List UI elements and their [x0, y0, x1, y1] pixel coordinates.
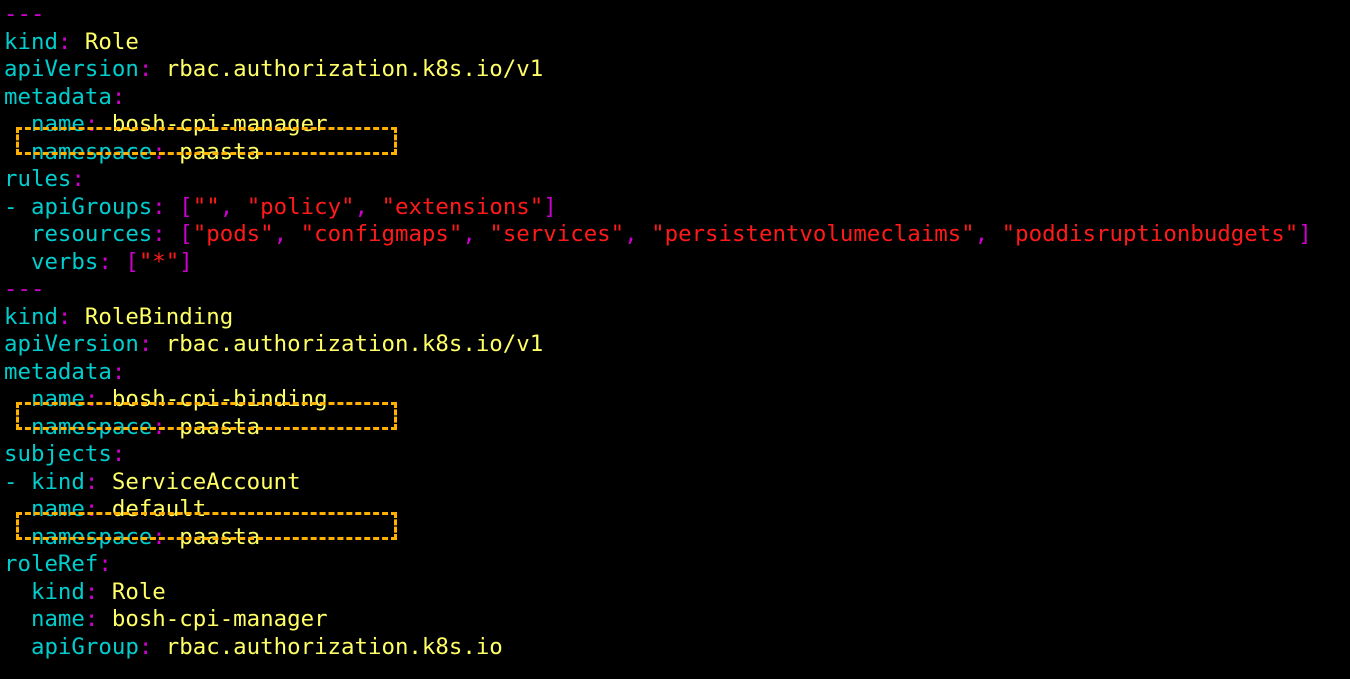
open-bracket: [ [179, 221, 193, 247]
document-separator: --- [4, 276, 45, 302]
code-line: subjects: [4, 441, 1350, 469]
namespace-highlight-box [16, 401, 397, 430]
code-line: kind: Role [4, 29, 1350, 57]
yaml-key: verbs [30, 248, 99, 275]
yaml-value: RoleBinding [84, 303, 234, 330]
string-item: "poddisruptionbudgets" [1001, 221, 1299, 247]
yaml-key: metadata [4, 358, 112, 385]
yaml-key: roleRef [4, 551, 99, 577]
string-item: "services" [489, 221, 625, 247]
colon: : [138, 633, 153, 660]
code-line: apiVersion: rbac.authorization.k8s.io/v1 [4, 331, 1350, 359]
code-line: apiVersion: rbac.authorization.k8s.io/v1 [4, 56, 1350, 84]
code-line: - kind: ServiceAccount [4, 469, 1350, 497]
open-bracket: [ [179, 193, 193, 220]
yaml-key: apiGroup [30, 633, 139, 660]
comma: , [462, 221, 490, 247]
yaml-key: kind [4, 303, 58, 330]
string-item: "policy" [246, 193, 355, 220]
yaml-editor[interactable]: --- kind: Role apiVersion: rbac.authorizat… [4, 1, 1350, 661]
yaml-key: metadata [4, 83, 112, 110]
colon: : [71, 166, 85, 192]
colon: : [57, 28, 72, 55]
code-line: apiGroup: rbac.authorization.k8s.io [4, 634, 1350, 662]
yaml-value: rbac.authorization.k8s.io/v1 [165, 331, 544, 357]
yaml-key: kind [4, 28, 58, 55]
colon: : [84, 468, 99, 495]
yaml-key: apiGroups [30, 193, 153, 220]
string-item: "" [192, 193, 220, 220]
string-item: "persistentvolumeclaims" [651, 221, 975, 247]
code-line: rules: [4, 166, 1350, 194]
comma: , [354, 193, 382, 220]
code-line: - apiGroups: ["", "policy", "extensions"… [4, 194, 1350, 222]
namespace-highlight-box [16, 126, 397, 155]
list-dash: - [4, 468, 31, 495]
yaml-key: subjects [4, 441, 112, 467]
string-item: "*" [138, 248, 180, 275]
open-bracket: [ [125, 248, 139, 275]
colon: : [111, 83, 126, 110]
colon: : [84, 606, 99, 632]
code-line: resources: ["pods", "configmaps", "servi… [4, 221, 1350, 249]
comma: , [219, 193, 247, 220]
code-line: verbs: ["*"] [4, 249, 1350, 277]
list-dash: - [4, 193, 31, 220]
yaml-value: Role [111, 578, 166, 605]
comma: , [624, 221, 652, 247]
code-line: name: bosh-cpi-manager [4, 606, 1350, 634]
namespace-highlight-box [16, 511, 397, 540]
string-item: "configmaps" [300, 221, 463, 247]
yaml-key: resources [30, 221, 153, 247]
close-bracket: ] [543, 193, 557, 220]
code-line: --- [4, 1, 1350, 29]
code-line: roleRef: [4, 551, 1350, 579]
yaml-key: apiVersion [4, 56, 139, 82]
close-bracket: ] [1298, 221, 1312, 247]
yaml-value: rbac.authorization.k8s.io [165, 633, 503, 660]
comma: , [273, 221, 301, 247]
yaml-key: name [30, 606, 85, 632]
yaml-value: ServiceAccount [111, 468, 301, 495]
colon: : [98, 248, 112, 275]
colon: : [138, 56, 153, 82]
colon: : [152, 193, 166, 220]
string-item: "extensions" [381, 193, 544, 220]
code-line: kind: RoleBinding [4, 304, 1350, 332]
colon: : [152, 221, 166, 247]
code-line: kind: Role [4, 579, 1350, 607]
code-line: metadata: [4, 359, 1350, 387]
yaml-value: rbac.authorization.k8s.io/v1 [165, 56, 544, 82]
string-item: "pods" [192, 221, 274, 247]
yaml-key: kind [30, 468, 85, 495]
code-line: --- [4, 276, 1350, 304]
colon: : [57, 303, 72, 330]
yaml-key: kind [30, 578, 85, 605]
code-line: metadata: [4, 84, 1350, 112]
comma: , [974, 221, 1002, 247]
colon: : [138, 331, 153, 357]
colon: : [98, 551, 112, 577]
document-separator: --- [4, 1, 45, 27]
close-bracket: ] [179, 248, 193, 275]
colon: : [84, 578, 99, 605]
yaml-value: Role [84, 28, 139, 55]
yaml-key: rules [4, 166, 72, 192]
yaml-value: bosh-cpi-manager [111, 606, 328, 632]
yaml-key: apiVersion [4, 331, 139, 357]
colon: : [111, 441, 126, 467]
colon: : [111, 358, 126, 385]
